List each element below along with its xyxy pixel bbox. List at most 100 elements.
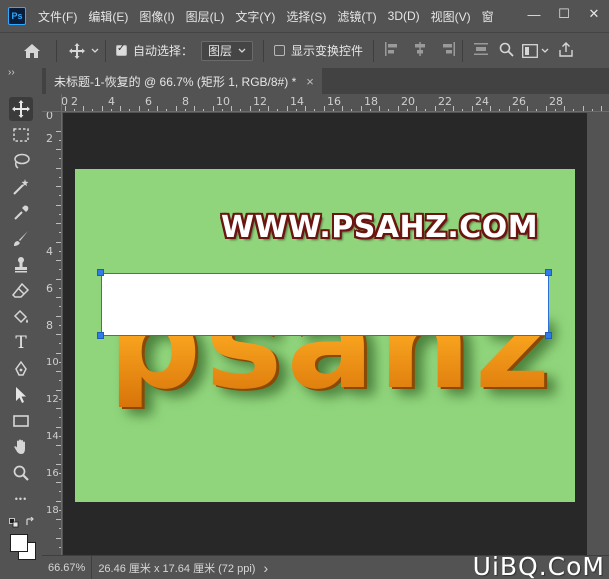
brush-tool-icon[interactable] xyxy=(9,227,33,251)
menu-window[interactable]: 窗 xyxy=(482,8,494,25)
eyedropper-tool-icon[interactable] xyxy=(9,201,33,225)
selected-rectangle-layer[interactable] xyxy=(101,273,549,336)
menu-select[interactable]: 选择(S) xyxy=(286,8,326,25)
vertical-ruler[interactable]: 0 2 4 6 8 10 12 14 16 18 xyxy=(42,112,62,555)
ruler-label: 10 xyxy=(216,95,230,108)
marquee-tool-icon[interactable] xyxy=(9,123,33,147)
auto-select-target-dropdown[interactable]: 图层 xyxy=(201,40,254,61)
more-tools-glyph: ••• xyxy=(14,494,28,504)
document-size-info[interactable]: 26.46 厘米 x 17.64 厘米 (72 ppi) xyxy=(98,560,255,576)
menu-view[interactable]: 视图(V) xyxy=(431,8,471,25)
separator xyxy=(263,39,265,62)
show-transform-label: 显示变换控件 xyxy=(291,44,364,58)
menu-filter[interactable]: 滤镜(T) xyxy=(337,8,376,25)
share-icon[interactable] xyxy=(559,41,573,60)
horizontal-ruler[interactable]: 2 0 2 4 6 8 10 12 14 16 18 20 22 24 26 2… xyxy=(62,94,609,112)
ruler-label: 8 xyxy=(182,95,189,108)
zoom-level-field[interactable]: 66.67% xyxy=(42,556,93,579)
ruler-label: 2 xyxy=(71,95,78,108)
align-left-icon[interactable] xyxy=(384,41,400,60)
toolbox: ›› T ••• xyxy=(0,67,42,560)
pen-tool-icon[interactable] xyxy=(9,357,33,381)
toolbar-collapse-icon[interactable]: ›› xyxy=(8,67,15,78)
document-tab-title: 未标题-1-恢复的 @ 66.7% (矩形 1, RGB/8#) * xyxy=(54,74,297,89)
home-icon[interactable] xyxy=(22,41,42,61)
auto-select-label: 自动选择： xyxy=(133,44,194,58)
brand-watermark: UiBQ.CoM xyxy=(472,552,605,579)
separator xyxy=(462,39,464,62)
close-window-button[interactable]: ✕ xyxy=(579,6,609,22)
lasso-tool-icon[interactable] xyxy=(9,149,33,173)
separator xyxy=(56,39,57,62)
transform-handle-bottom-left[interactable] xyxy=(97,332,104,339)
options-bar: 自动选择： 图层 显示变换控件 xyxy=(0,32,609,68)
eraser-tool-icon[interactable] xyxy=(9,279,33,303)
ruler-label: 6 xyxy=(46,282,53,295)
ruler-label: 2 xyxy=(46,132,53,145)
align-right-icon[interactable] xyxy=(440,41,456,60)
move-options-icon[interactable] xyxy=(69,42,99,59)
menu-edit[interactable]: 编辑(E) xyxy=(88,8,128,25)
maximize-button[interactable]: ☐ xyxy=(549,6,579,22)
paint-bucket-tool-icon[interactable] xyxy=(9,305,33,329)
document-tab-bar: 未标题-1-恢复的 @ 66.7% (矩形 1, RGB/8#) * × xyxy=(42,68,609,94)
chevron-down-icon xyxy=(541,48,549,53)
ruler-label: 16 xyxy=(327,95,341,108)
distribute-icon[interactable] xyxy=(473,41,489,60)
ruler-label: 14 xyxy=(290,95,304,108)
ruler-label: 4 xyxy=(46,245,53,258)
foreground-color-swatch[interactable] xyxy=(10,534,28,552)
status-bar: 66.67% 26.46 厘米 x 17.64 厘米 (72 ppi) › Ui… xyxy=(42,552,609,579)
show-transform-checkbox[interactable] xyxy=(274,45,286,56)
menu-file[interactable]: 文件(F) xyxy=(38,8,77,25)
swap-colors-icon[interactable] xyxy=(25,516,35,530)
menu-layer[interactable]: 图层(L) xyxy=(186,8,225,25)
vertical-scrollbar[interactable] xyxy=(587,113,609,555)
auto-select-target-value: 图层 xyxy=(208,44,233,58)
menu-type[interactable]: 文字(Y) xyxy=(235,8,275,25)
minimize-button[interactable]: — xyxy=(519,7,549,22)
ruler-label: 12 xyxy=(46,394,59,405)
menu-image[interactable]: 图像(I) xyxy=(139,8,174,25)
close-tab-icon[interactable]: × xyxy=(306,74,314,89)
rectangle-tool-icon[interactable] xyxy=(9,409,33,433)
document-tab[interactable]: 未标题-1-恢复的 @ 66.7% (矩形 1, RGB/8#) * × xyxy=(46,68,322,94)
default-colors-icon[interactable] xyxy=(9,517,19,531)
ruler-label: 14 xyxy=(46,431,59,442)
status-menu-arrow-icon[interactable]: › xyxy=(263,560,268,576)
ruler-corner[interactable] xyxy=(42,94,62,112)
magic-wand-tool-icon[interactable] xyxy=(9,175,33,199)
move-tool-icon[interactable] xyxy=(9,97,33,121)
auto-select-checkbox[interactable] xyxy=(116,43,127,56)
ruler-label: 26 xyxy=(512,95,526,108)
menu-bar: Ps 文件(F) 编辑(E) 图像(I) 图层(L) 文字(Y) 选择(S) 滤… xyxy=(0,0,609,32)
more-tools-icon[interactable]: ••• xyxy=(9,487,33,511)
ruler-label: 6 xyxy=(145,95,152,108)
ruler-label: 24 xyxy=(475,95,489,108)
menu-3d[interactable]: 3D(D) xyxy=(388,9,420,23)
ruler-label: 28 xyxy=(549,95,563,108)
transform-handle-bottom-right[interactable] xyxy=(545,332,552,339)
transform-handle-top-right[interactable] xyxy=(545,269,552,276)
workspace-icon[interactable] xyxy=(522,43,549,58)
document-canvas[interactable]: WWW.PSAHZ.COM psahz xyxy=(75,169,575,502)
ruler-label: 8 xyxy=(46,319,53,332)
transform-handle-top-left[interactable] xyxy=(97,269,104,276)
ruler-ticks xyxy=(56,131,61,548)
window-controls: — ☐ ✕ xyxy=(519,0,609,28)
separator xyxy=(373,39,375,62)
ruler-label: 0 xyxy=(46,112,53,122)
ruler-label: 4 xyxy=(108,95,115,108)
path-selection-tool-icon[interactable] xyxy=(9,383,33,407)
photoshop-logo-icon[interactable]: Ps xyxy=(8,7,26,25)
align-center-icon[interactable] xyxy=(412,41,428,60)
zoom-tool-icon[interactable] xyxy=(9,461,33,485)
ruler-label: 16 xyxy=(46,468,59,479)
search-icon[interactable] xyxy=(499,42,514,60)
hand-tool-icon[interactable] xyxy=(9,435,33,459)
type-tool-icon[interactable]: T xyxy=(9,331,33,355)
ruler-label: 18 xyxy=(364,95,378,108)
clone-stamp-tool-icon[interactable] xyxy=(9,253,33,277)
separator xyxy=(105,39,106,62)
chevron-down-icon xyxy=(238,48,246,53)
